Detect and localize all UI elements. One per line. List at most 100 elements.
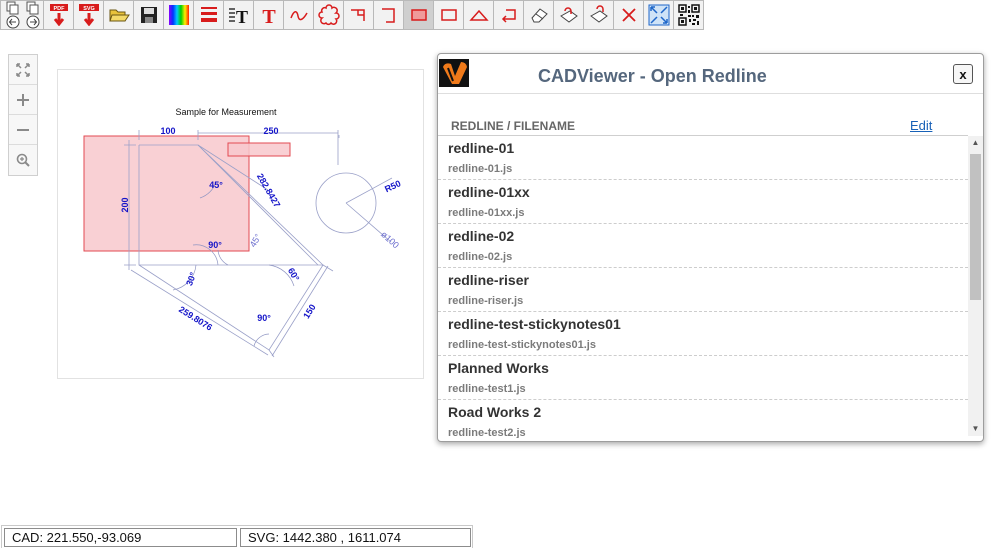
list-scrollbar[interactable]: ▲ ▼ [968,136,983,436]
line-weight-icon [200,7,217,22]
dim-45b: 45° [248,232,264,249]
delete-button[interactable] [614,0,644,30]
svg-text:T: T [262,6,276,26]
redline-name: Road Works 2 [448,404,542,420]
lock-redline-button[interactable] [554,0,584,30]
drawing-title: Sample for Measurement [175,107,277,117]
drawing-canvas[interactable]: Sample for Measurement 100 250 200 282.8… [57,69,424,379]
qr-code-icon [677,4,700,26]
arrow-line-button[interactable] [494,0,524,30]
redline-filename: redline-test2.js [448,427,526,438]
text-icon: T [228,7,248,26]
redline-name: redline-test-stickynotes01 [448,316,621,332]
dim-250: 250 [263,126,278,136]
bracket-line-button[interactable] [374,0,404,30]
fullscreen-icon [16,62,30,77]
svg-coordinates: SVG: 1442.380 , 1611.074 [240,528,471,547]
folder-open-icon [108,9,130,22]
fit-to-screen-icon [648,4,669,26]
line-weight-button[interactable] [194,0,224,30]
redline-name: redline-02 [448,228,515,244]
cloud-button[interactable] [314,0,344,30]
color-picker-button[interactable] [164,0,194,30]
save-icon [140,7,157,23]
step-line-icon [350,9,365,21]
dialog-header[interactable]: CADViewer - Open Redline x [438,54,983,94]
svg-download-button[interactable]: SVG [74,0,104,30]
lock-icon [559,7,578,23]
redline-list: redline-01 redline-01.js redline-01xx re… [438,135,968,438]
eraser-button[interactable] [524,0,554,30]
scrollbar-thumb[interactable] [970,154,981,300]
fit-screen-button[interactable] [644,0,674,30]
redline-filename: redline-test-stickynotes01.js [448,339,596,351]
rectangle-icon [440,9,457,21]
redline-filename: redline-riser.js [448,295,524,307]
cloud-icon [317,4,340,26]
open-folder-button[interactable] [104,0,134,30]
redline-list-item[interactable]: Road Works 2 redline-test2.js [438,400,968,438]
redline-list-item[interactable]: redline-02 redline-02.js [438,224,968,268]
dim-r50: R50 [383,178,402,194]
unlock-redline-button[interactable] [584,0,614,30]
freehand-button[interactable] [284,0,314,30]
zoom-in-button[interactable] [9,85,37,115]
edit-link[interactable]: Edit [910,118,932,133]
zoom-panel [8,54,38,176]
filled-rectangle-icon [410,9,427,21]
scroll-down-arrow-icon[interactable]: ▼ [968,422,983,436]
svg-download-icon: SVG [78,4,99,26]
delete-x-icon [621,8,636,22]
save-button[interactable] [134,0,164,30]
red-text-tool-button[interactable]: T [254,0,284,30]
redline-name: Planned Works [448,360,549,376]
color-palette-icon [168,5,189,25]
text-tool-button[interactable]: T [224,0,254,30]
svg-text:PDF: PDF [53,6,65,12]
scroll-up-arrow-icon[interactable]: ▲ [968,136,983,150]
qr-code-button[interactable] [674,0,704,30]
cadviewer-logo-icon [439,59,469,87]
rectangle-button[interactable] [434,0,464,30]
redline-filename: redline-01xx.js [448,207,525,219]
redline-rectangle-large[interactable] [83,135,250,252]
pdf-download-button[interactable]: PDF [44,0,74,30]
zoom-out-button[interactable] [9,115,37,145]
dim-30: 30° [184,270,198,287]
redline-name: redline-01xx [448,184,530,200]
redline-list-item[interactable]: redline-01xx redline-01xx.js [438,180,968,224]
dim-45a: 45° [209,180,223,190]
triangle-button[interactable] [464,0,494,30]
red-text-icon: T [262,6,276,26]
redline-rectangle-small[interactable] [227,142,291,157]
freehand-icon [289,11,308,21]
zoom-window-button[interactable] [9,145,37,175]
dialog-title: CADViewer - Open Redline [538,66,767,86]
unlock-icon [589,5,608,23]
cad-coordinates: CAD: 221.550,-93.069 [4,528,237,547]
copy-icon [6,1,40,29]
dim-60: 60° [286,266,302,283]
fullscreen-button[interactable] [9,55,37,85]
dim-200: 200 [120,197,130,212]
step-line-button[interactable] [344,0,374,30]
zoom-in-icon [17,93,29,106]
dialog-close-button[interactable]: x [953,64,973,84]
pdf-download-icon: PDF [49,4,68,26]
redline-list-item[interactable]: redline-test-stickynotes01 redline-test-… [438,312,968,356]
redline-list-item[interactable]: redline-riser redline-riser.js [438,268,968,312]
redline-list-item[interactable]: Planned Works redline-test1.js [438,356,968,400]
copy-nav-button[interactable] [0,0,44,30]
svg-text:SVG: SVG [83,6,95,12]
filled-rectangle-button[interactable] [404,0,434,30]
dim-90a: 90° [208,240,222,250]
cad-drawing[interactable]: Sample for Measurement 100 250 200 282.8… [58,70,425,380]
arrow-line-icon [501,9,516,23]
redline-filename: redline-01.js [448,163,513,175]
open-redline-dialog: CADViewer - Open Redline x REDLINE / FIL… [437,53,984,442]
redline-filename: redline-02.js [448,251,513,263]
bracket-line-icon [381,8,395,23]
redline-list-item[interactable]: redline-01 redline-01.js [438,136,968,180]
column-header-filename: REDLINE / FILENAME [451,119,576,133]
redline-name: redline-01 [448,140,515,156]
